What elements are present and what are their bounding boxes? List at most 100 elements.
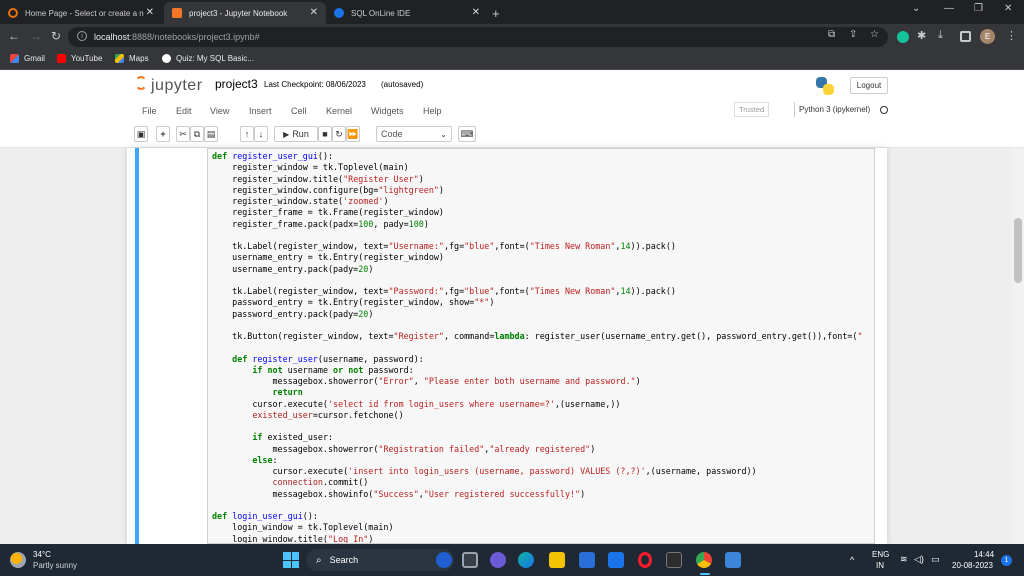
weather-icon[interactable] [10,552,26,568]
bookmark-quiz[interactable]: Quiz: My SQL Basic... [162,54,254,63]
chevron-up-icon[interactable]: ^ [850,555,854,565]
code-cell-editor[interactable]: def register_user_gui(): register_window… [207,148,875,544]
close-icon[interactable]: ✕ [472,7,480,18]
menu-kebab-icon[interactable]: ⋮ [1006,29,1017,42]
python-logo-icon [814,75,836,97]
file-explorer-icon[interactable] [549,552,565,568]
page-scrollbar[interactable] [1012,148,1024,544]
bookmark-star-icon[interactable]: ☆ [870,29,879,40]
restart-run-all-icon[interactable]: ⏩ [346,126,360,142]
code-content[interactable]: def register_user_gui(): register_window… [212,151,862,543]
gmail-icon [10,54,19,63]
chrome-icon[interactable] [696,552,712,568]
address-bar[interactable]: i localhost:8888/notebooks/project3.ipyn… [68,27,888,47]
cell-type-select[interactable]: Code ⌄ [376,126,452,142]
jupyter-favicon-icon [172,8,182,18]
close-icon[interactable]: ✕ [146,7,154,18]
checkpoint-status: Last Checkpoint: 08/06/2023 [264,80,366,89]
restart-icon[interactable]: ↻ [332,126,346,142]
clock-date[interactable]: 20-08-2023 [952,561,993,570]
opera-icon[interactable] [638,552,652,568]
side-panel-icon[interactable] [960,31,971,42]
taskbar-search-box[interactable]: ⌕ Search [306,549,454,571]
weather-temperature[interactable]: 34°C [33,550,51,559]
language-region[interactable]: IN [876,561,884,570]
maps-icon [115,54,124,63]
move-down-icon[interactable]: ↓ [254,126,268,142]
bookmark-gmail[interactable]: Gmail [10,54,45,63]
tab-title: project3 - Jupyter Notebook [189,8,288,18]
search-placeholder: Search [329,555,359,565]
loading-icon [8,8,18,18]
back-icon[interactable]: ← [8,29,20,43]
clock-time[interactable]: 14:44 [974,550,994,559]
reload-icon[interactable]: ↻ [51,29,61,43]
minimize-icon[interactable]: — [944,3,954,14]
selected-cell-indicator [135,148,139,544]
autosave-status: (autosaved) [381,80,424,89]
sql-favicon-icon [334,8,344,18]
menu-view[interactable]: View [210,106,229,116]
menu-kernel[interactable]: Kernel [326,106,352,116]
grammarly-icon[interactable] [897,31,909,43]
jupyter-logo[interactable]: jupyter [135,76,203,95]
store-icon[interactable] [579,552,595,568]
extensions-icon[interactable]: ✱ [917,29,926,42]
keyboard-icon[interactable]: ⌨ [458,126,476,142]
kernel-name[interactable]: Python 3 (ipykernel) [794,102,870,117]
tab-home-page[interactable]: Home Page - Select or create a n ✕ [0,2,162,24]
menu-widgets[interactable]: Widgets [371,106,404,116]
forward-icon[interactable]: → [30,29,42,43]
tab-sql-online[interactable]: SQL OnLine IDE ✕ [326,2,488,24]
bookmark-youtube[interactable]: YouTube [57,54,102,63]
tab-search-icon[interactable]: ⌄ [912,3,920,14]
close-icon[interactable]: ✕ [310,7,318,18]
maximize-icon[interactable]: ❐ [974,3,983,14]
share-icon[interactable]: ⇪ [849,29,857,40]
translate-icon[interactable]: ⧉ [828,29,835,40]
wifi-icon[interactable]: ≋ [900,554,908,565]
weather-description[interactable]: Partly sunny [33,561,77,570]
url-host: localhost [94,32,130,42]
notebook-title[interactable]: project3 [215,77,258,91]
tab-title: Home Page - Select or create a n [25,8,144,18]
start-windows-icon[interactable] [283,552,299,568]
jupyter-logo-text: jupyter [151,77,203,94]
battery-icon[interactable]: ▭ [931,554,940,565]
notification-badge-icon[interactable]: 1 [1001,555,1012,566]
jupyter-header: jupyter project3 Last Checkpoint: 08/06/… [0,70,1024,148]
menu-help[interactable]: Help [423,106,442,116]
language-indicator[interactable]: ENG [872,550,889,559]
save-icon[interactable]: ▣ [134,126,148,142]
menu-file[interactable]: File [142,106,157,116]
terminal-icon[interactable] [666,552,682,568]
scrollbar-thumb[interactable] [1014,218,1022,283]
mail-icon[interactable] [608,552,624,568]
edge-icon[interactable] [518,552,534,568]
info-icon[interactable]: i [77,31,87,41]
close-window-icon[interactable]: ✕ [1004,3,1012,14]
download-icon[interactable]: ⤓ [938,29,943,42]
menu-insert[interactable]: Insert [249,106,272,116]
bookmark-label: Maps [129,54,149,63]
insert-cell-icon[interactable]: + [156,126,170,142]
bookmark-maps[interactable]: Maps [115,54,149,63]
logout-button[interactable]: Logout [850,77,888,94]
trusted-indicator[interactable]: Trusted [734,102,770,117]
copy-icon[interactable]: ⧉ [190,126,204,142]
tab-jupyter[interactable]: project3 - Jupyter Notebook ✕ [164,2,326,24]
volume-icon[interactable]: ◁) [914,554,924,565]
new-tab-button[interactable]: + [488,2,508,24]
menu-edit[interactable]: Edit [176,106,192,116]
cut-icon[interactable]: ✂ [176,126,190,142]
chevron-down-icon: ⌄ [440,129,447,139]
menu-cell[interactable]: Cell [291,106,307,116]
task-view-icon[interactable] [462,552,478,568]
run-button[interactable]: ▶ Run [274,126,318,142]
move-up-icon[interactable]: ↑ [240,126,254,142]
chat-icon[interactable] [490,552,506,568]
photos-icon[interactable] [725,552,741,568]
profile-avatar[interactable]: E [980,29,995,44]
paste-icon[interactable]: ▤ [204,126,218,142]
interrupt-icon[interactable]: ■ [318,126,332,142]
